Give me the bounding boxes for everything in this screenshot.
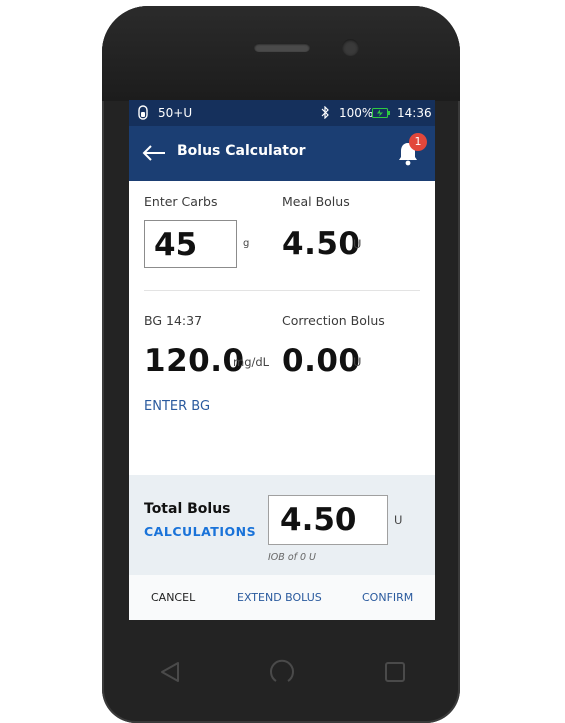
- section-divider: [144, 290, 420, 291]
- pod-icon: [138, 105, 148, 120]
- android-nav-bar: [102, 641, 460, 701]
- enter-bg-link[interactable]: ENTER BG: [144, 399, 210, 414]
- page-title: Bolus Calculator: [177, 143, 306, 159]
- app-bar: Bolus Calculator 1: [129, 126, 435, 181]
- action-bar: CANCEL EXTEND BOLUS CONFIRM: [129, 575, 435, 620]
- front-camera: [342, 39, 359, 56]
- notification-badge[interactable]: 1: [409, 133, 427, 151]
- meal-bolus-label: Meal Bolus: [282, 194, 350, 209]
- carbs-value[interactable]: 45: [154, 227, 197, 263]
- iob-text: IOB of 0 U: [268, 552, 317, 563]
- total-bolus-value[interactable]: 4.50: [280, 502, 357, 538]
- total-bolus-unit: U: [394, 513, 403, 527]
- nav-back-icon[interactable]: [160, 661, 180, 683]
- correction-bolus-label: Correction Bolus: [282, 313, 385, 328]
- total-bolus-panel: Total Bolus CALCULATIONS 4.50 U IOB of 0…: [129, 475, 435, 575]
- bg-unit: mg/dL: [233, 355, 270, 369]
- total-bolus-label: Total Bolus: [144, 501, 231, 517]
- extend-bolus-button[interactable]: EXTEND BOLUS: [237, 591, 322, 604]
- back-arrow-icon[interactable]: [141, 143, 167, 163]
- phone-bezel: [102, 6, 460, 101]
- bg-value: 120.0: [144, 343, 245, 379]
- meal-bolus-value: 4.50: [282, 226, 361, 262]
- carbs-input[interactable]: 45: [144, 220, 237, 268]
- cancel-button[interactable]: CANCEL: [151, 591, 195, 604]
- carbs-label: Enter Carbs: [144, 194, 218, 209]
- battery-charging-icon: [372, 108, 390, 118]
- bg-label: BG 14:37: [144, 313, 203, 328]
- battery-percent: 100%: [339, 106, 374, 120]
- correction-bolus-value: 0.00: [282, 343, 361, 379]
- carbs-unit: g: [243, 238, 250, 249]
- total-bolus-input[interactable]: 4.50: [268, 495, 388, 545]
- confirm-button[interactable]: CONFIRM: [362, 591, 413, 604]
- earpiece-speaker: [254, 43, 310, 52]
- correction-bolus-unit: U: [353, 355, 362, 369]
- app-screen: 50+U 100% 14:36 Bolus Calculator 1 Enter…: [129, 100, 435, 620]
- nav-home-icon[interactable]: [269, 659, 295, 685]
- status-bar: 50+U 100% 14:36: [129, 100, 435, 126]
- nav-recents-icon[interactable]: [385, 662, 405, 682]
- meal-bolus-unit: U: [353, 237, 362, 251]
- calculations-link[interactable]: CALCULATIONS: [144, 524, 256, 539]
- pod-insulin-label: 50+U: [158, 106, 193, 120]
- bluetooth-icon: [321, 105, 329, 122]
- status-clock: 14:36: [397, 106, 432, 120]
